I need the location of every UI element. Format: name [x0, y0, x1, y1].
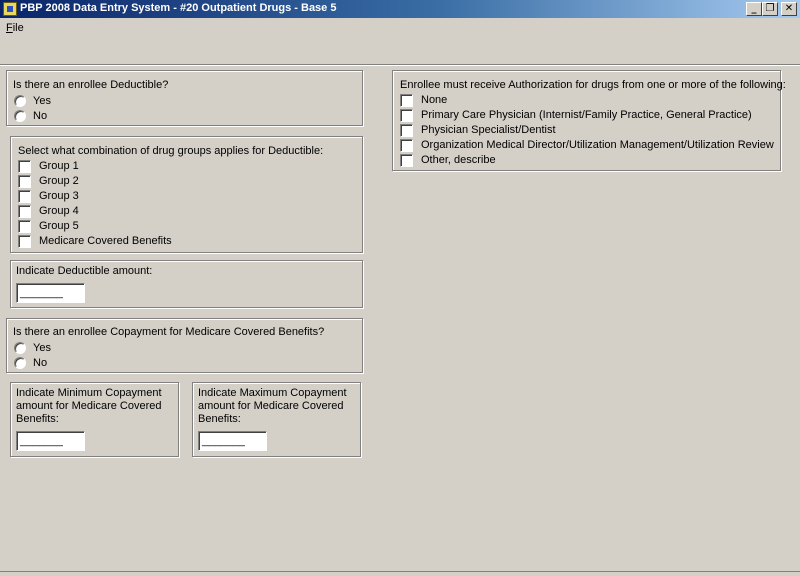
- group3-checkbox[interactable]: [18, 190, 31, 203]
- auth-other-label: Other, describe: [421, 154, 496, 166]
- restore-button[interactable]: ❐: [762, 2, 778, 16]
- min-copay-label: Indicate Minimum Copayment amount for Me…: [16, 387, 162, 425]
- menu-file[interactable]: File: [6, 22, 24, 34]
- toolbar-separator: [0, 64, 800, 66]
- deductible-yes-radio[interactable]: [14, 95, 26, 107]
- menu-bar: File: [0, 18, 800, 37]
- copayment-no-label: No: [33, 357, 48, 369]
- min-copay-input[interactable]: _______: [16, 431, 85, 451]
- app-icon: [3, 2, 17, 16]
- deductible-no-radio[interactable]: [14, 110, 26, 122]
- auth-none-checkbox[interactable]: [400, 94, 413, 107]
- window-title: PBP 2008 Data Entry System - #20 Outpati…: [20, 2, 337, 14]
- auth-none-label: None: [421, 94, 448, 106]
- deductible-no-label: No: [33, 110, 48, 122]
- auth-other-checkbox[interactable]: [400, 154, 413, 167]
- copayment-yes-radio[interactable]: [14, 342, 26, 354]
- group4-label: Group 4: [39, 205, 79, 217]
- auth-specialist-checkbox[interactable]: [400, 124, 413, 137]
- close-button[interactable]: ✕: [781, 2, 797, 16]
- menu-file-accelerator: F: [6, 22, 13, 34]
- medicare-covered-checkbox[interactable]: [18, 235, 31, 248]
- group2-checkbox[interactable]: [18, 175, 31, 188]
- medicare-covered-label: Medicare Covered Benefits: [39, 235, 172, 247]
- status-bar: [0, 571, 800, 576]
- copayment-yes-label: Yes: [33, 342, 51, 354]
- group5-label: Group 5: [39, 220, 79, 232]
- deductible-yes-label: Yes: [33, 95, 51, 107]
- group1-checkbox[interactable]: [18, 160, 31, 173]
- group1-label: Group 1: [39, 160, 79, 172]
- title-bar: PBP 2008 Data Entry System - #20 Outpati…: [0, 0, 800, 18]
- auth-org-director-label: Organization Medical Director/Utilizatio…: [421, 139, 774, 151]
- group5-checkbox[interactable]: [18, 220, 31, 233]
- authorization-prompt: Enrollee must receive Authorization for …: [400, 79, 786, 91]
- auth-pcp-label: Primary Care Physician (Internist/Family…: [421, 109, 752, 121]
- drug-groups-prompt: Select what combination of drug groups a…: [18, 145, 324, 157]
- auth-pcp-checkbox[interactable]: [400, 109, 413, 122]
- copayment-no-radio[interactable]: [14, 357, 26, 369]
- max-copay-label: Indicate Maximum Copayment amount for Me…: [198, 387, 347, 425]
- auth-org-director-checkbox[interactable]: [400, 139, 413, 152]
- minimize-button[interactable]: _: [746, 2, 762, 16]
- group3-label: Group 3: [39, 190, 79, 202]
- deductible-question: Is there an enrollee Deductible?: [13, 79, 169, 91]
- deductible-amount-input[interactable]: _______: [16, 283, 85, 303]
- group2-label: Group 2: [39, 175, 79, 187]
- menu-file-label: ile: [12, 22, 24, 34]
- deductible-amount-label: Indicate Deductible amount:: [16, 265, 153, 277]
- max-copay-input[interactable]: _______: [198, 431, 267, 451]
- group4-checkbox[interactable]: [18, 205, 31, 218]
- auth-specialist-label: Physician Specialist/Dentist: [421, 124, 556, 136]
- copayment-question: Is there an enrollee Copayment for Medic…: [13, 326, 325, 338]
